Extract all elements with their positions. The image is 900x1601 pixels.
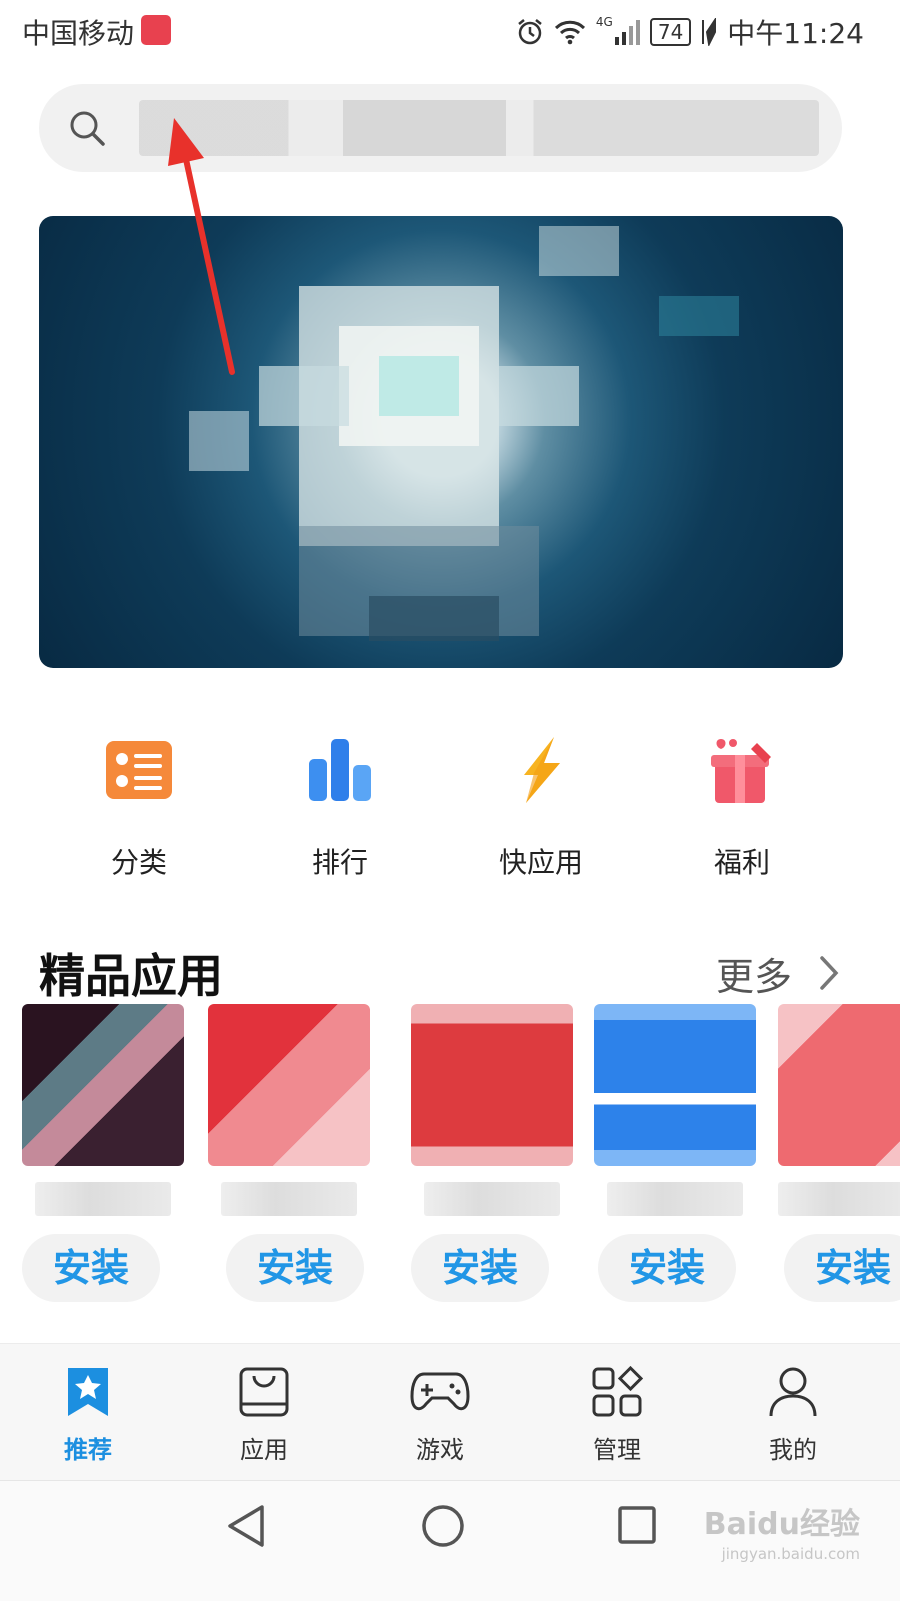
quick-entry-label: 福利 (713, 846, 770, 879)
app-icon[interactable] (411, 1004, 573, 1166)
app-icon[interactable] (778, 1004, 900, 1166)
lightning-icon (524, 737, 560, 803)
clock: 中午11:24 (727, 17, 864, 50)
install-button[interactable]: 安装 (784, 1234, 900, 1302)
recents-square-icon[interactable] (617, 1503, 657, 1547)
app-card[interactable]: 安装 (778, 1004, 900, 1304)
search-icon (70, 111, 105, 146)
battery-level: 74 (649, 18, 692, 46)
apps-grid-icon (592, 1365, 644, 1417)
install-button[interactable]: 安装 (598, 1234, 736, 1302)
watermark-logo: Baidu经验 jingyan.baidu.com (704, 1499, 860, 1563)
nav-games[interactable]: 游戏 (390, 1366, 490, 1465)
charging-icon (702, 18, 717, 46)
app-icon[interactable] (594, 1004, 756, 1166)
app-card[interactable]: 安装 (411, 1004, 573, 1302)
gift-icon (711, 739, 771, 803)
section-title: 精品应用 (39, 949, 223, 1003)
app-name-blurred (778, 1182, 900, 1216)
app-icon[interactable] (22, 1004, 184, 1166)
category-list-icon (106, 741, 172, 799)
bottom-nav: 推荐 应用 游戏 管理 我的 (0, 1343, 900, 1481)
home-circle-icon[interactable] (420, 1503, 466, 1549)
app-name-blurred (221, 1182, 357, 1216)
install-button[interactable]: 安装 (22, 1234, 160, 1302)
app-icon[interactable] (208, 1004, 370, 1166)
nav-manage[interactable]: 管理 (567, 1365, 667, 1465)
app-card[interactable]: 安装 (22, 1004, 184, 1302)
nav-mine[interactable]: 我的 (743, 1366, 843, 1465)
app-name-blurred (424, 1182, 560, 1216)
app-name-blurred (607, 1182, 743, 1216)
gamepad-icon (410, 1372, 470, 1411)
quick-entry-label: 分类 (110, 846, 167, 879)
app-name-blurred (35, 1182, 171, 1216)
nav-apps[interactable]: 应用 (214, 1366, 314, 1465)
carrier-badge-icon (141, 15, 171, 45)
signal-icon (614, 19, 640, 45)
nav-label: 游戏 (416, 1436, 464, 1464)
chevron-right-icon[interactable] (818, 955, 840, 991)
quick-entry-quick-app[interactable]: 快应用 (461, 735, 621, 881)
status-bar: 中国移动 4G 74 中午11:24 (0, 0, 900, 64)
quick-entry-welfare[interactable]: 福利 (662, 735, 822, 881)
quick-entry-label: 快应用 (498, 846, 583, 879)
quick-entry-category[interactable]: 分类 (59, 735, 219, 881)
nav-label: 应用 (240, 1436, 288, 1464)
back-triangle-icon[interactable] (224, 1503, 268, 1549)
network-type: 4G (595, 15, 613, 29)
app-card[interactable]: 安装 (594, 1004, 756, 1302)
install-button[interactable]: 安装 (411, 1234, 549, 1302)
more-link[interactable]: 更多 (716, 946, 792, 1001)
annotation-arrow-icon (168, 118, 235, 375)
nav-label: 管理 (593, 1436, 641, 1464)
ranking-bars-icon (309, 739, 371, 801)
system-nav-bar: Baidu经验 jingyan.baidu.com (0, 1480, 900, 1601)
quick-entry-label: 排行 (311, 846, 368, 879)
nav-recommend[interactable]: 推荐 (38, 1366, 138, 1465)
status-icons: 4G 74 中午11:24 (516, 12, 864, 52)
watermark-url: jingyan.baidu.com (721, 1545, 860, 1563)
nav-label: 我的 (769, 1436, 817, 1464)
person-icon (769, 1367, 817, 1417)
quick-entry-ranking[interactable]: 排行 (260, 735, 420, 881)
alarm-icon (518, 19, 542, 45)
wifi-icon (554, 20, 585, 45)
carrier-name: 中国移动 (22, 17, 135, 50)
watermark-brand: Baidu经验 (703, 1507, 860, 1542)
shopping-bag-icon (239, 1367, 289, 1417)
app-card[interactable]: 安装 (208, 1004, 370, 1302)
nav-label: 推荐 (64, 1436, 112, 1464)
star-bookmark-icon (68, 1368, 108, 1416)
install-button[interactable]: 安装 (226, 1234, 364, 1302)
